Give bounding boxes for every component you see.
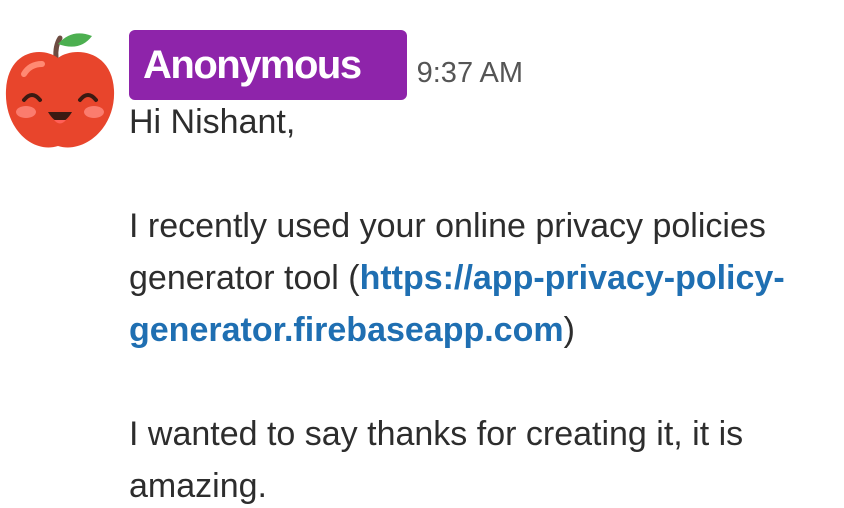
text-line: generator tool ( <box>129 259 360 297</box>
greeting: Hi Nishant, <box>129 103 296 141</box>
chat-message: Anonymous 9:37 AM Hi Nishant, I recently… <box>0 0 844 508</box>
paragraph-thanks: I wanted to say thanks for creating it, … <box>129 408 839 508</box>
timestamp: 9:37 AM <box>416 56 524 89</box>
link-text-part: https://app-privacy-policy- <box>359 259 785 297</box>
text-line: I recently used your online privacy poli… <box>129 207 766 245</box>
text-line: amazing. <box>129 467 267 505</box>
text-line: ) <box>563 311 575 349</box>
message-content: Anonymous 9:37 AM Hi Nishant, I recently… <box>129 29 839 508</box>
apple-face-icon <box>5 33 115 148</box>
paragraph-tool-usage: I recently used your online privacy poli… <box>129 200 839 356</box>
message-body: Hi Nishant, I recently used your online … <box>129 96 839 508</box>
avatar[interactable] <box>2 28 120 154</box>
author-name[interactable]: Anonymous <box>129 30 407 100</box>
text-line: I wanted to say thanks for creating it, … <box>129 415 744 453</box>
message-header: Anonymous 9:37 AM <box>129 29 839 101</box>
link-text-part: generator.firebaseapp.com <box>129 311 564 349</box>
